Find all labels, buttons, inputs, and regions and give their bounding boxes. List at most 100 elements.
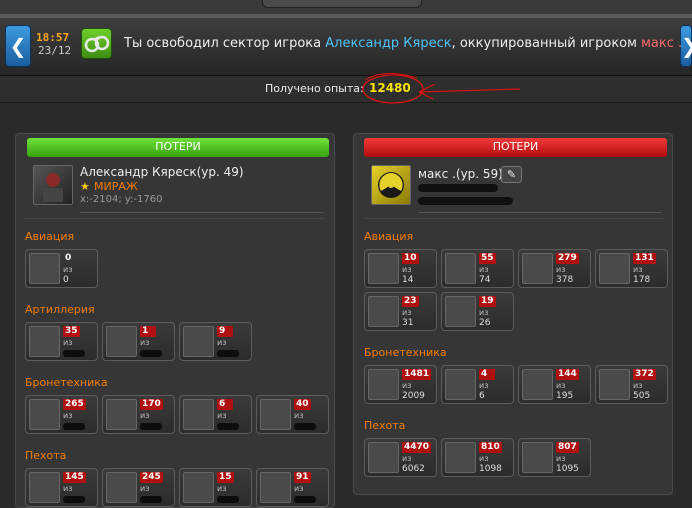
- player-avatar-left[interactable]: [33, 165, 73, 205]
- message-part: Ты освободил сектор игрока: [124, 36, 326, 51]
- right-losses-header: ПОТЕРИ: [364, 138, 667, 157]
- unit-card[interactable]: 10 из 14: [364, 249, 437, 288]
- artillery-unit-icon: [29, 326, 60, 357]
- unit-card[interactable]: 15 из: [179, 468, 252, 507]
- unit-card[interactable]: 19 из 26: [441, 292, 514, 331]
- unit-of-label: из: [63, 265, 73, 274]
- unit-card[interactable]: 144 из 195: [518, 365, 591, 404]
- unit-card[interactable]: 372 из 505: [595, 365, 668, 404]
- unit-of-label: из: [479, 454, 489, 463]
- unit-lost-count: 6: [217, 399, 233, 410]
- message-date: 23/12: [38, 44, 72, 57]
- category-infantry-right: Пехота: [364, 419, 406, 432]
- category-artillery-left: Артиллерия: [25, 303, 95, 316]
- tank-unit-icon: [29, 399, 60, 430]
- unit-of-label: из: [556, 381, 566, 390]
- player-link-occupier[interactable]: макс .: [641, 36, 682, 51]
- unit-of-label: из: [479, 308, 489, 317]
- unit-card[interactable]: 4 из 6: [441, 365, 514, 404]
- unit-card[interactable]: 0 из 0: [25, 249, 98, 288]
- infantry-unit-icon: [29, 472, 60, 503]
- unit-lost-count: 40: [294, 399, 311, 410]
- unit-total-hidden: [63, 350, 85, 357]
- message-part: , оккупированный игроком: [451, 36, 642, 51]
- unit-of-label: из: [63, 411, 73, 420]
- unit-total-hidden: [294, 423, 316, 430]
- tank-unit-icon: [599, 369, 630, 400]
- unit-card[interactable]: 279 из 378: [518, 249, 591, 288]
- aircraft-unit-icon: [522, 253, 553, 284]
- unit-lost-count: 55: [479, 253, 496, 264]
- unit-total-hidden: [140, 423, 162, 430]
- player-name-right[interactable]: макс .(ур. 59): [418, 167, 503, 181]
- player-name-left[interactable]: Александр Кяреск(ур. 49): [80, 165, 244, 179]
- unit-lost-count: 810: [479, 442, 502, 453]
- unit-lost-count: 144: [556, 369, 579, 380]
- artillery-unit-icon: [183, 326, 214, 357]
- top-tab[interactable]: [262, 0, 422, 8]
- unit-total-count: 178: [633, 275, 651, 285]
- unit-card[interactable]: 1481 из 2009: [364, 365, 437, 404]
- alliance-name[interactable]: МИРАЖ: [94, 180, 138, 193]
- unit-card[interactable]: 1 из: [102, 322, 175, 361]
- player-coords[interactable]: x:-2104; y:-1760: [80, 194, 163, 205]
- unit-card[interactable]: 170 из: [102, 395, 175, 434]
- divider: [418, 212, 662, 213]
- tank-unit-icon: [106, 399, 137, 430]
- unit-card[interactable]: 131 из 178: [595, 249, 668, 288]
- red-annotation-scribble: [362, 73, 521, 104]
- unit-card[interactable]: 810 из 1098: [441, 438, 514, 477]
- unit-of-label: из: [402, 308, 412, 317]
- unit-of-label: из: [63, 484, 73, 493]
- unit-lost-count: 10: [402, 253, 419, 264]
- unit-lost-count: 4470: [402, 442, 432, 453]
- unit-card[interactable]: 35 из: [25, 322, 98, 361]
- unit-card[interactable]: 23 из 31: [364, 292, 437, 331]
- experience-label: Получено опыта:: [265, 82, 364, 95]
- unit-total-count: 195: [556, 391, 574, 401]
- unit-lost-count: 4: [479, 369, 495, 380]
- hidden-alliance: [418, 184, 498, 192]
- handcuffs-icon: [81, 28, 112, 59]
- unit-total-count: 1095: [556, 464, 579, 474]
- unit-total-hidden: [294, 496, 316, 503]
- unit-of-label: из: [633, 381, 643, 390]
- unit-card[interactable]: 4470 из 6062: [364, 438, 437, 477]
- tank-unit-icon: [522, 369, 553, 400]
- unit-card[interactable]: 40 из: [256, 395, 329, 434]
- hidden-coords: [418, 197, 513, 205]
- unit-of-label: из: [633, 265, 643, 274]
- unit-card[interactable]: 265 из: [25, 395, 98, 434]
- unit-card[interactable]: 145 из: [25, 468, 98, 507]
- unit-card[interactable]: 91 из: [256, 468, 329, 507]
- unit-lost-count: 170: [140, 399, 163, 410]
- unit-total-count: 378: [556, 275, 574, 285]
- unit-card[interactable]: 55 из 74: [441, 249, 514, 288]
- unit-card[interactable]: 6 из: [179, 395, 252, 434]
- unit-of-label: из: [402, 265, 412, 274]
- unit-lost-count: 145: [63, 472, 86, 483]
- unit-total-count: 6062: [402, 464, 425, 474]
- infantry-unit-icon: [445, 442, 476, 473]
- unit-total-hidden: [63, 423, 85, 430]
- unit-of-label: из: [479, 381, 489, 390]
- unit-total-hidden: [217, 423, 239, 430]
- infantry-unit-icon: [183, 472, 214, 503]
- unit-of-label: из: [556, 454, 566, 463]
- unit-total-count: 14: [402, 275, 414, 285]
- unit-lost-count: 279: [556, 253, 579, 264]
- unit-total-hidden: [63, 496, 85, 503]
- unit-card[interactable]: 9 из: [179, 322, 252, 361]
- category-aviation-left: Авиация: [25, 230, 75, 243]
- tank-unit-icon: [183, 399, 214, 430]
- previous-message-button[interactable]: ❮: [5, 25, 31, 67]
- left-losses-header: ПОТЕРИ: [27, 138, 329, 157]
- tank-unit-icon: [260, 399, 291, 430]
- tank-unit-icon: [445, 369, 476, 400]
- edit-pencil-icon[interactable]: ✎: [501, 166, 522, 183]
- player-avatar-right[interactable]: [371, 165, 411, 205]
- unit-of-label: из: [556, 265, 566, 274]
- unit-card[interactable]: 807 из 1095: [518, 438, 591, 477]
- player-link-liberated[interactable]: Александр Кяреск: [325, 36, 451, 51]
- unit-card[interactable]: 245 из: [102, 468, 175, 507]
